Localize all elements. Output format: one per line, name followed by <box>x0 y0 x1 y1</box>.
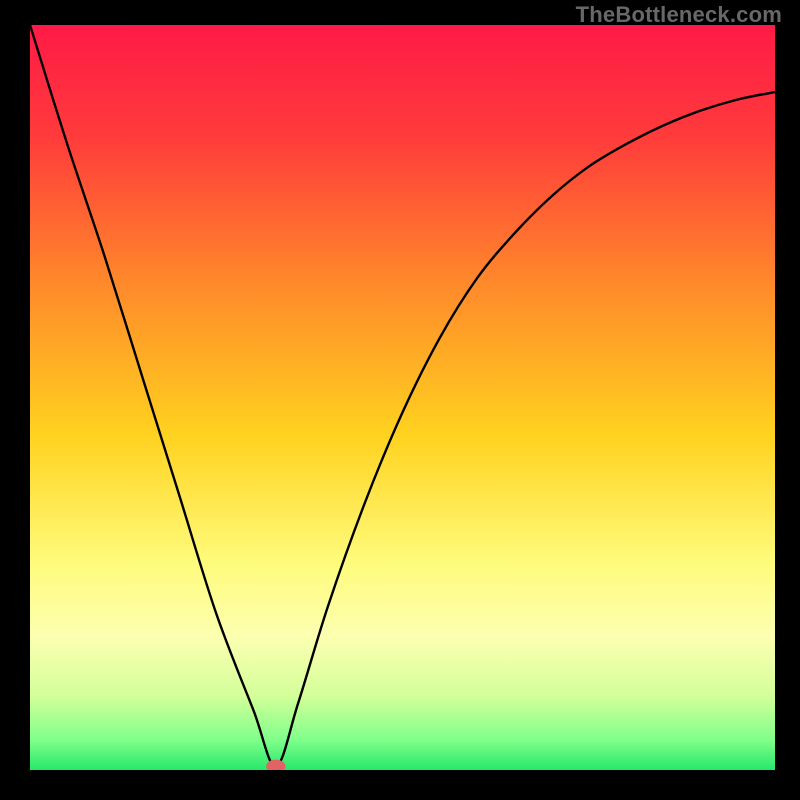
watermark-label: TheBottleneck.com <box>576 2 782 28</box>
gradient-background <box>30 25 775 770</box>
chart-frame: { "watermark": "TheBottleneck.com", "cha… <box>0 0 800 800</box>
minimum-marker <box>266 760 285 773</box>
bottleneck-chart <box>0 0 800 800</box>
